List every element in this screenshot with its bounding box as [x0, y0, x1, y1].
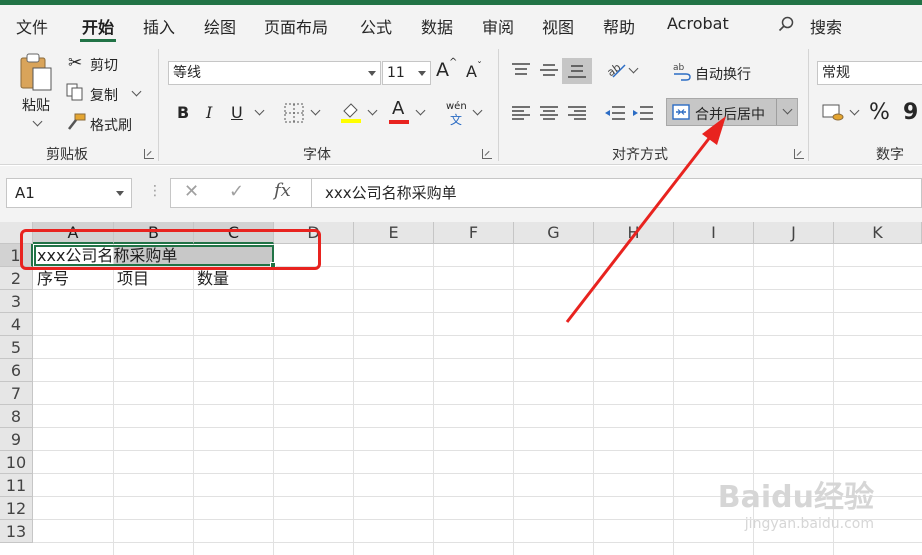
watermark-logo: Baidu经验: [717, 480, 874, 515]
excel-window: 文件 开始 插入 绘图 页面布局 公式 数据 审阅 视图 帮助 Acrobat …: [0, 0, 922, 555]
watermark-url: jingyan.baidu.com: [744, 516, 874, 532]
